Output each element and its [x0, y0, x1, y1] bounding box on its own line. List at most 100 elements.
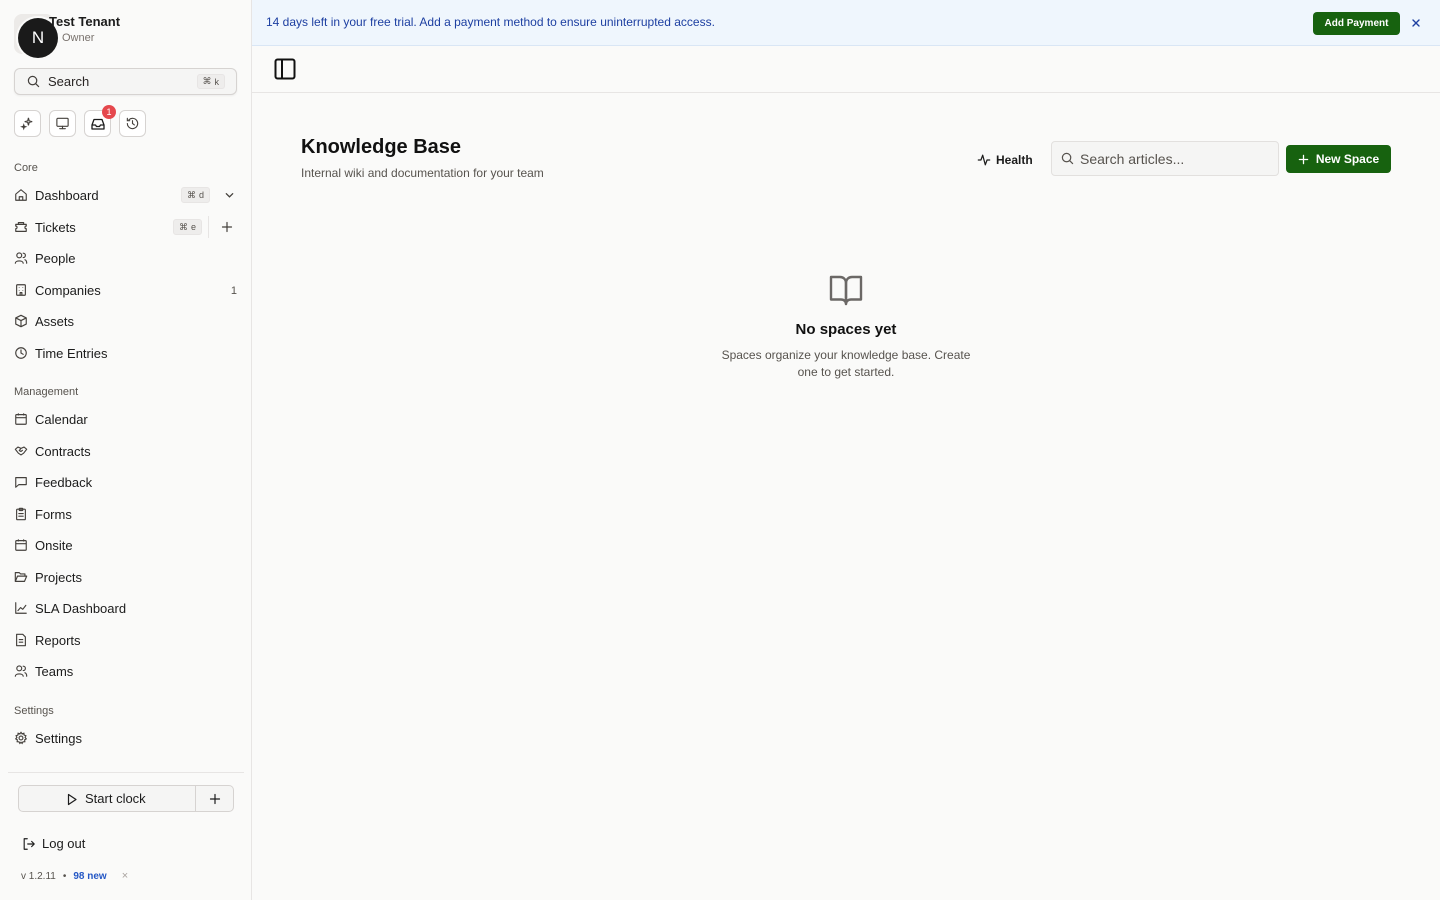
calendar-icon: [14, 412, 28, 426]
tenant-switcher[interactable]: N Test Tenant Owner: [14, 12, 244, 58]
gear-icon: [14, 731, 28, 745]
sidebar-item-label: Time Entries: [35, 346, 108, 361]
separator-dot: •: [62, 870, 67, 882]
new-space-button[interactable]: New Space: [1286, 145, 1391, 173]
sidebar-item-forms[interactable]: Forms: [10, 501, 242, 527]
empty-state-title: No spaces yet: [795, 321, 897, 338]
close-banner-icon[interactable]: [1410, 17, 1422, 29]
sidebar-item-label: Assets: [35, 314, 75, 329]
building-icon: [14, 283, 28, 297]
sidebar-item-label: Onsite: [35, 538, 73, 553]
page-title: Knowledge Base: [301, 136, 462, 158]
start-clock-label: Start clock: [85, 791, 146, 806]
sidebar-item-dashboard[interactable]: Dashboard ⌘ d: [10, 182, 242, 208]
search-icon: [27, 75, 40, 88]
sidebar-item-label: Companies: [35, 283, 101, 298]
sidebar-item-label: Calendar: [35, 412, 88, 427]
sidebar-item-label: Tickets: [35, 220, 76, 235]
sidebar-item-teams[interactable]: Teams: [10, 658, 242, 684]
file-text-icon: [14, 633, 28, 647]
sidebar-item-label: Reports: [35, 633, 81, 648]
section-core: Core: [14, 162, 38, 174]
sidebar-item-onsite[interactable]: Onsite: [10, 532, 242, 558]
sidebar-item-label: Contracts: [35, 444, 91, 459]
inbox-badge: 1: [102, 105, 116, 119]
search-label: Search: [48, 74, 90, 89]
sidebar-item-sla-dashboard[interactable]: SLA Dashboard: [10, 595, 242, 621]
tenant-name: Test Tenant: [49, 14, 121, 29]
history-icon: [125, 116, 140, 131]
book-open-icon: [828, 273, 864, 307]
search-shortcut: ⌘ k: [196, 74, 225, 89]
version-label: v 1.2.11: [21, 870, 56, 882]
sidebar-item-label: Projects: [35, 570, 82, 585]
sidebar-item-label: Settings: [35, 731, 82, 746]
sidebar-toggle-icon[interactable]: [274, 58, 296, 80]
calendar-icon: [14, 538, 28, 552]
sidebar-item-feedback[interactable]: Feedback: [10, 469, 242, 495]
clipboard-icon: [14, 507, 28, 521]
add-ticket-icon[interactable]: [221, 221, 233, 233]
handshake-icon: [14, 444, 28, 458]
empty-state-description: Spaces organize your knowledge base. Cre…: [721, 348, 971, 379]
play-icon: [66, 793, 78, 806]
inbox-icon: [90, 116, 106, 132]
article-search[interactable]: [1051, 141, 1279, 176]
logout-label: Log out: [42, 836, 86, 851]
clock-icon: [14, 346, 28, 360]
article-search-input[interactable]: [1080, 150, 1270, 168]
sidebar-item-tickets[interactable]: Tickets ⌘ e: [10, 214, 242, 240]
box-icon: [14, 314, 28, 328]
users-icon: [14, 251, 28, 265]
users-icon: [14, 664, 28, 678]
sidebar-item-label: SLA Dashboard: [35, 601, 127, 616]
dismiss-version-icon[interactable]: ×: [122, 870, 128, 882]
line-chart-icon: [14, 601, 28, 615]
sidebar-item-time-entries[interactable]: Time Entries: [10, 340, 242, 366]
sidebar-item-label: Forms: [35, 507, 72, 522]
tenant-role: Owner: [62, 32, 95, 44]
trial-banner: 14 days left in your free trial. Add a p…: [252, 0, 1440, 46]
monitor-button[interactable]: [49, 110, 76, 137]
release-notes-link[interactable]: 98 new: [73, 871, 106, 882]
sparkles-button[interactable]: [14, 110, 41, 137]
plus-icon: [209, 793, 221, 805]
sidebar-search[interactable]: Search ⌘ k: [14, 68, 237, 95]
folder-open-icon: [14, 570, 28, 584]
activity-icon: [977, 153, 991, 167]
plus-icon: [1298, 154, 1309, 165]
version-info: v 1.2.11 • 98 new ×: [21, 870, 128, 882]
section-management: Management: [14, 386, 79, 398]
sidebar-item-people[interactable]: People: [10, 245, 242, 271]
new-space-label: New Space: [1315, 152, 1380, 166]
sidebar-item-label: Teams: [35, 664, 74, 679]
monitor-icon: [55, 116, 70, 131]
tickets-shortcut: ⌘ e: [173, 219, 203, 235]
health-button[interactable]: Health: [977, 151, 1033, 169]
history-button[interactable]: [119, 110, 146, 137]
sidebar-item-settings[interactable]: Settings: [10, 725, 242, 751]
sidebar-item-reports[interactable]: Reports: [10, 627, 242, 653]
sparkles-icon: [20, 116, 35, 131]
sidebar: N Test Tenant Owner Search ⌘ k 1 Core Da…: [0, 0, 252, 900]
sidebar-item-calendar[interactable]: Calendar: [10, 406, 242, 432]
ticket-icon: [14, 220, 28, 234]
health-label: Health: [996, 153, 1033, 167]
home-icon: [14, 188, 28, 202]
companies-count: 1: [230, 285, 237, 297]
chevron-down-icon[interactable]: [224, 190, 235, 201]
add-time-button[interactable]: [196, 785, 234, 812]
sidebar-item-label: Dashboard: [35, 188, 99, 203]
divider: [8, 772, 244, 773]
log-out-icon: [22, 837, 36, 851]
start-clock-button[interactable]: Start clock: [18, 785, 196, 812]
message-square-icon: [14, 475, 28, 489]
add-payment-button[interactable]: Add Payment: [1313, 12, 1400, 35]
sidebar-item-projects[interactable]: Projects: [10, 564, 242, 590]
sidebar-item-contracts[interactable]: Contracts: [10, 438, 242, 464]
sidebar-item-companies[interactable]: Companies 1: [10, 277, 242, 303]
sidebar-item-label: People: [35, 251, 76, 266]
inbox-button[interactable]: 1: [84, 105, 116, 137]
sidebar-item-assets[interactable]: Assets: [10, 308, 242, 334]
logout-button[interactable]: Log out: [20, 834, 140, 854]
